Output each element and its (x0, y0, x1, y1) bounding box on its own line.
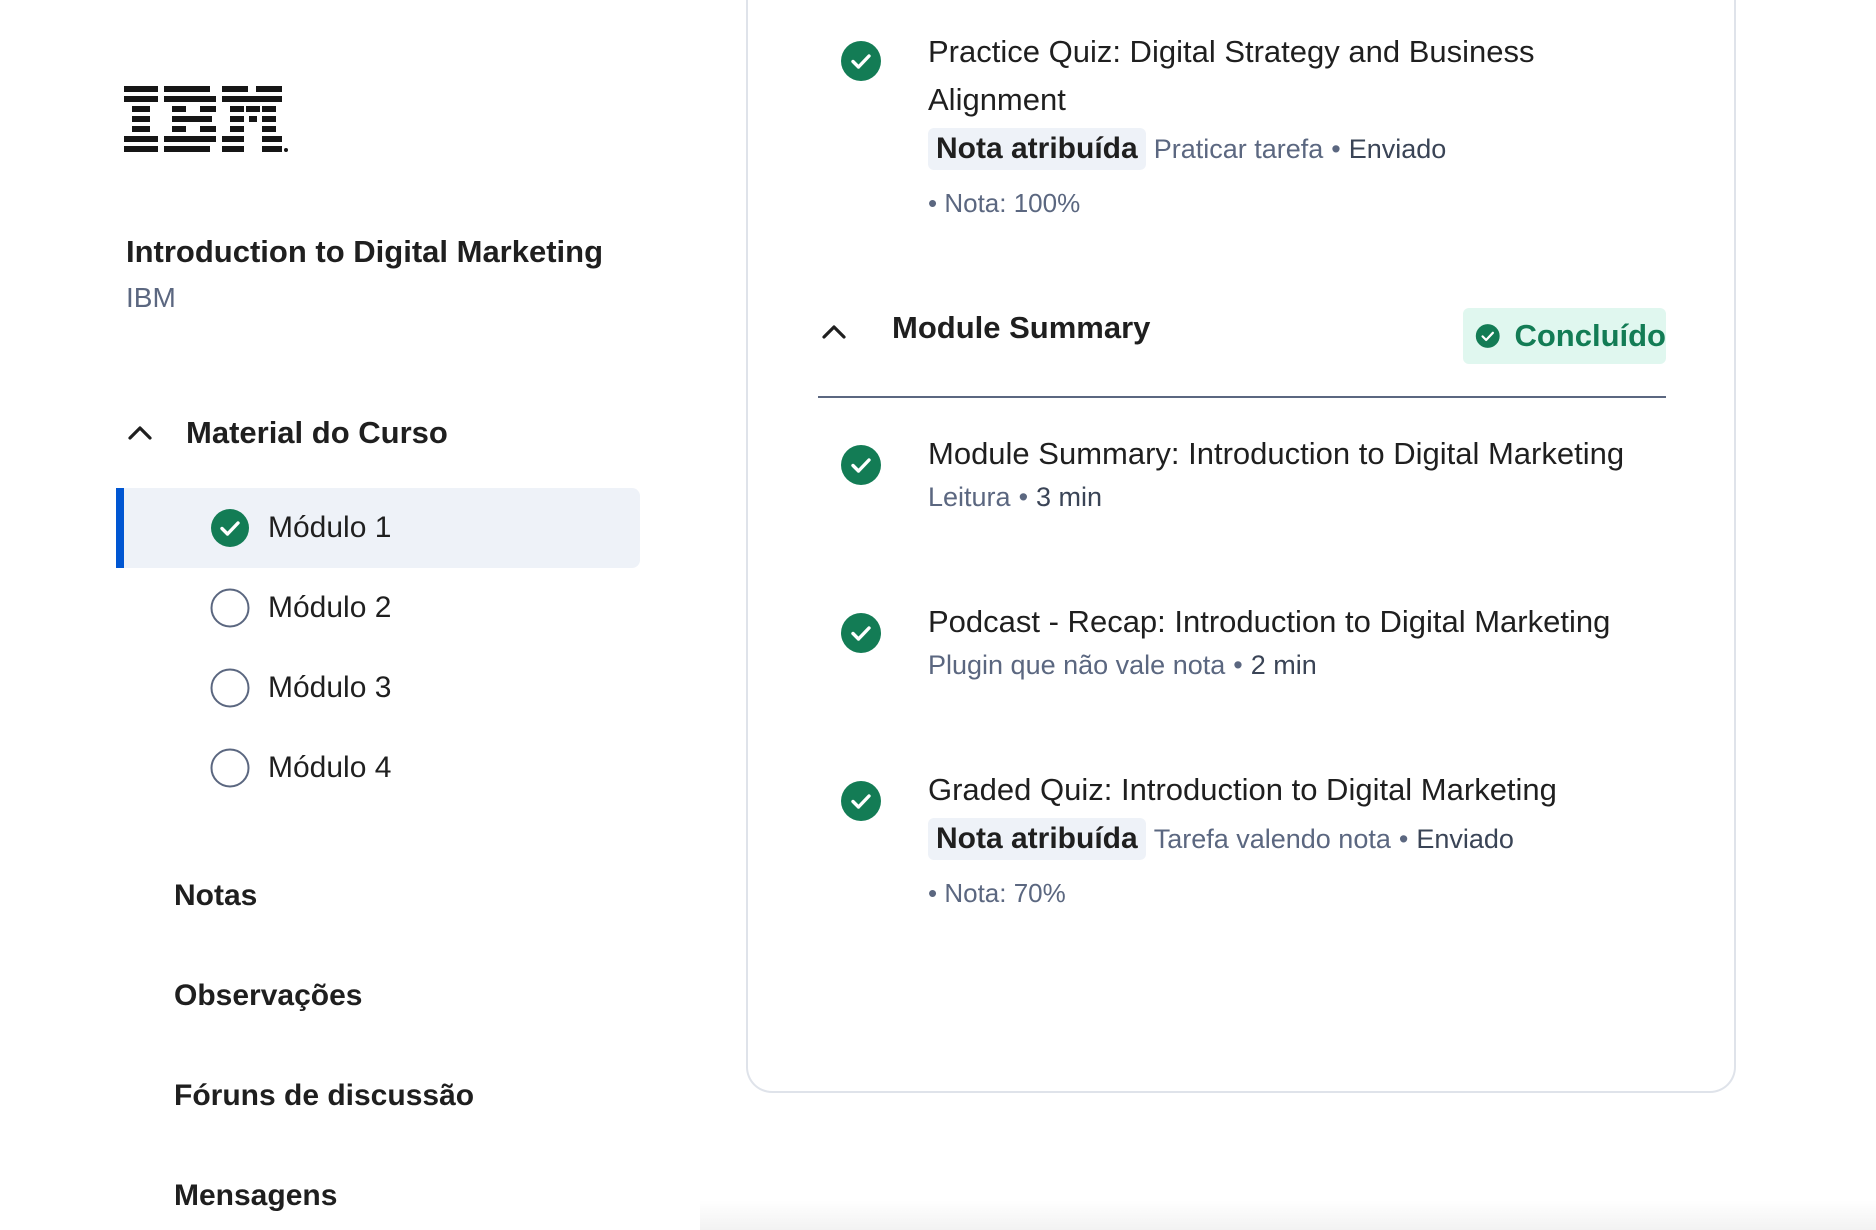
item-duration: 3 min (1036, 482, 1103, 512)
item-duration: 2 min (1250, 650, 1317, 680)
ibm-logo (124, 86, 288, 152)
course-material-label: Material do Curso (186, 415, 448, 450)
sidebar-link-notes[interactable]: Observações (174, 970, 474, 1070)
section-header: Module Summary Concluído (818, 308, 1666, 398)
check-circle-icon (211, 509, 249, 547)
separator-dot: • (1398, 823, 1409, 854)
course-org: IBM (126, 282, 176, 313)
chevron-up-icon[interactable] (818, 316, 850, 348)
item-score: • Nota: 100% (928, 188, 1081, 218)
status-badge-label: Concluído (1514, 318, 1666, 353)
item-title-link[interactable]: Graded Quiz: Introduction to Digital Mar… (928, 766, 1628, 814)
item-score: • Nota: 70% (928, 878, 1066, 908)
item-title-link[interactable]: Practice Quiz: Digital Strategy and Busi… (928, 28, 1628, 124)
item-score-text: Nota: 100% (944, 188, 1081, 218)
item-meta: Nota atribuída Tarefa valendo nota • Env… (928, 818, 1628, 860)
module-list: Módulo 1 Módulo 2 Módulo 3 Módulo 4 (116, 488, 640, 808)
chevron-up-icon (128, 426, 152, 440)
sidebar-item-module-1[interactable]: Módulo 1 (116, 488, 640, 568)
sidebar: Introduction to Digital Marketing IBM Ma… (0, 0, 700, 1230)
module-label: Módulo 2 (268, 591, 392, 624)
empty-circle-icon (210, 588, 250, 628)
item-type: Tarefa valendo nota (1153, 823, 1391, 854)
item-title-link[interactable]: Module Summary: Introduction to Digital … (928, 430, 1628, 478)
item-title-link[interactable]: Podcast - Recap: Introduction to Digital… (928, 598, 1628, 646)
course-page: Introduction to Digital Marketing IBM Ma… (0, 0, 1876, 1230)
section-title[interactable]: Module Summary (892, 310, 1150, 346)
item-status: Enviado (1348, 133, 1447, 164)
course-title: Introduction to Digital Marketing (126, 234, 604, 269)
item-type: Praticar tarefa (1153, 133, 1324, 164)
item-type: Plugin que não vale nota (928, 650, 1226, 680)
item-status: Enviado (1416, 823, 1514, 854)
graded-badge: Nota atribuída (928, 128, 1146, 170)
sidebar-nav: Notas Observações Fóruns de discussão Me… (174, 870, 474, 1230)
item-score-text: Nota: 70% (944, 878, 1066, 908)
status-badge: Concluído (1463, 308, 1666, 364)
item-type: Leitura (928, 482, 1011, 512)
module-label: Módulo 4 (268, 751, 392, 784)
separator-dot: • (1018, 482, 1029, 512)
sidebar-link-forums[interactable]: Fóruns de discussão (174, 1070, 474, 1170)
empty-circle-icon (210, 668, 250, 708)
check-circle-icon (841, 41, 881, 81)
module-label: Módulo 1 (268, 511, 392, 544)
check-circle-icon (1475, 324, 1500, 348)
sidebar-link-grades[interactable]: Notas (174, 870, 474, 970)
separator-dot: • (1331, 133, 1341, 164)
sidebar-item-module-3[interactable]: Módulo 3 (116, 648, 640, 728)
graded-badge: Nota atribuída (928, 818, 1146, 860)
bottom-shadow (700, 1200, 1876, 1230)
item-meta: Plugin que não vale nota • 2 min (928, 650, 1628, 681)
course-material-toggle[interactable]: Material do Curso (124, 408, 448, 458)
separator-dot: • (1233, 650, 1243, 680)
sidebar-item-module-4[interactable]: Módulo 4 (116, 728, 640, 808)
empty-circle-icon (210, 748, 250, 788)
check-circle-icon (841, 613, 881, 653)
module-content-card: Practice Quiz: Digital Strategy and Busi… (746, 0, 1736, 1093)
check-circle-icon (841, 445, 881, 485)
sidebar-link-messages[interactable]: Mensagens (174, 1170, 474, 1230)
check-circle-icon (841, 781, 881, 821)
item-meta: Nota atribuída Praticar tarefa • Enviado (928, 128, 1628, 170)
sidebar-item-module-2[interactable]: Módulo 2 (116, 568, 640, 648)
module-label: Módulo 3 (268, 671, 392, 704)
item-meta: Leitura • 3 min (928, 482, 1628, 513)
